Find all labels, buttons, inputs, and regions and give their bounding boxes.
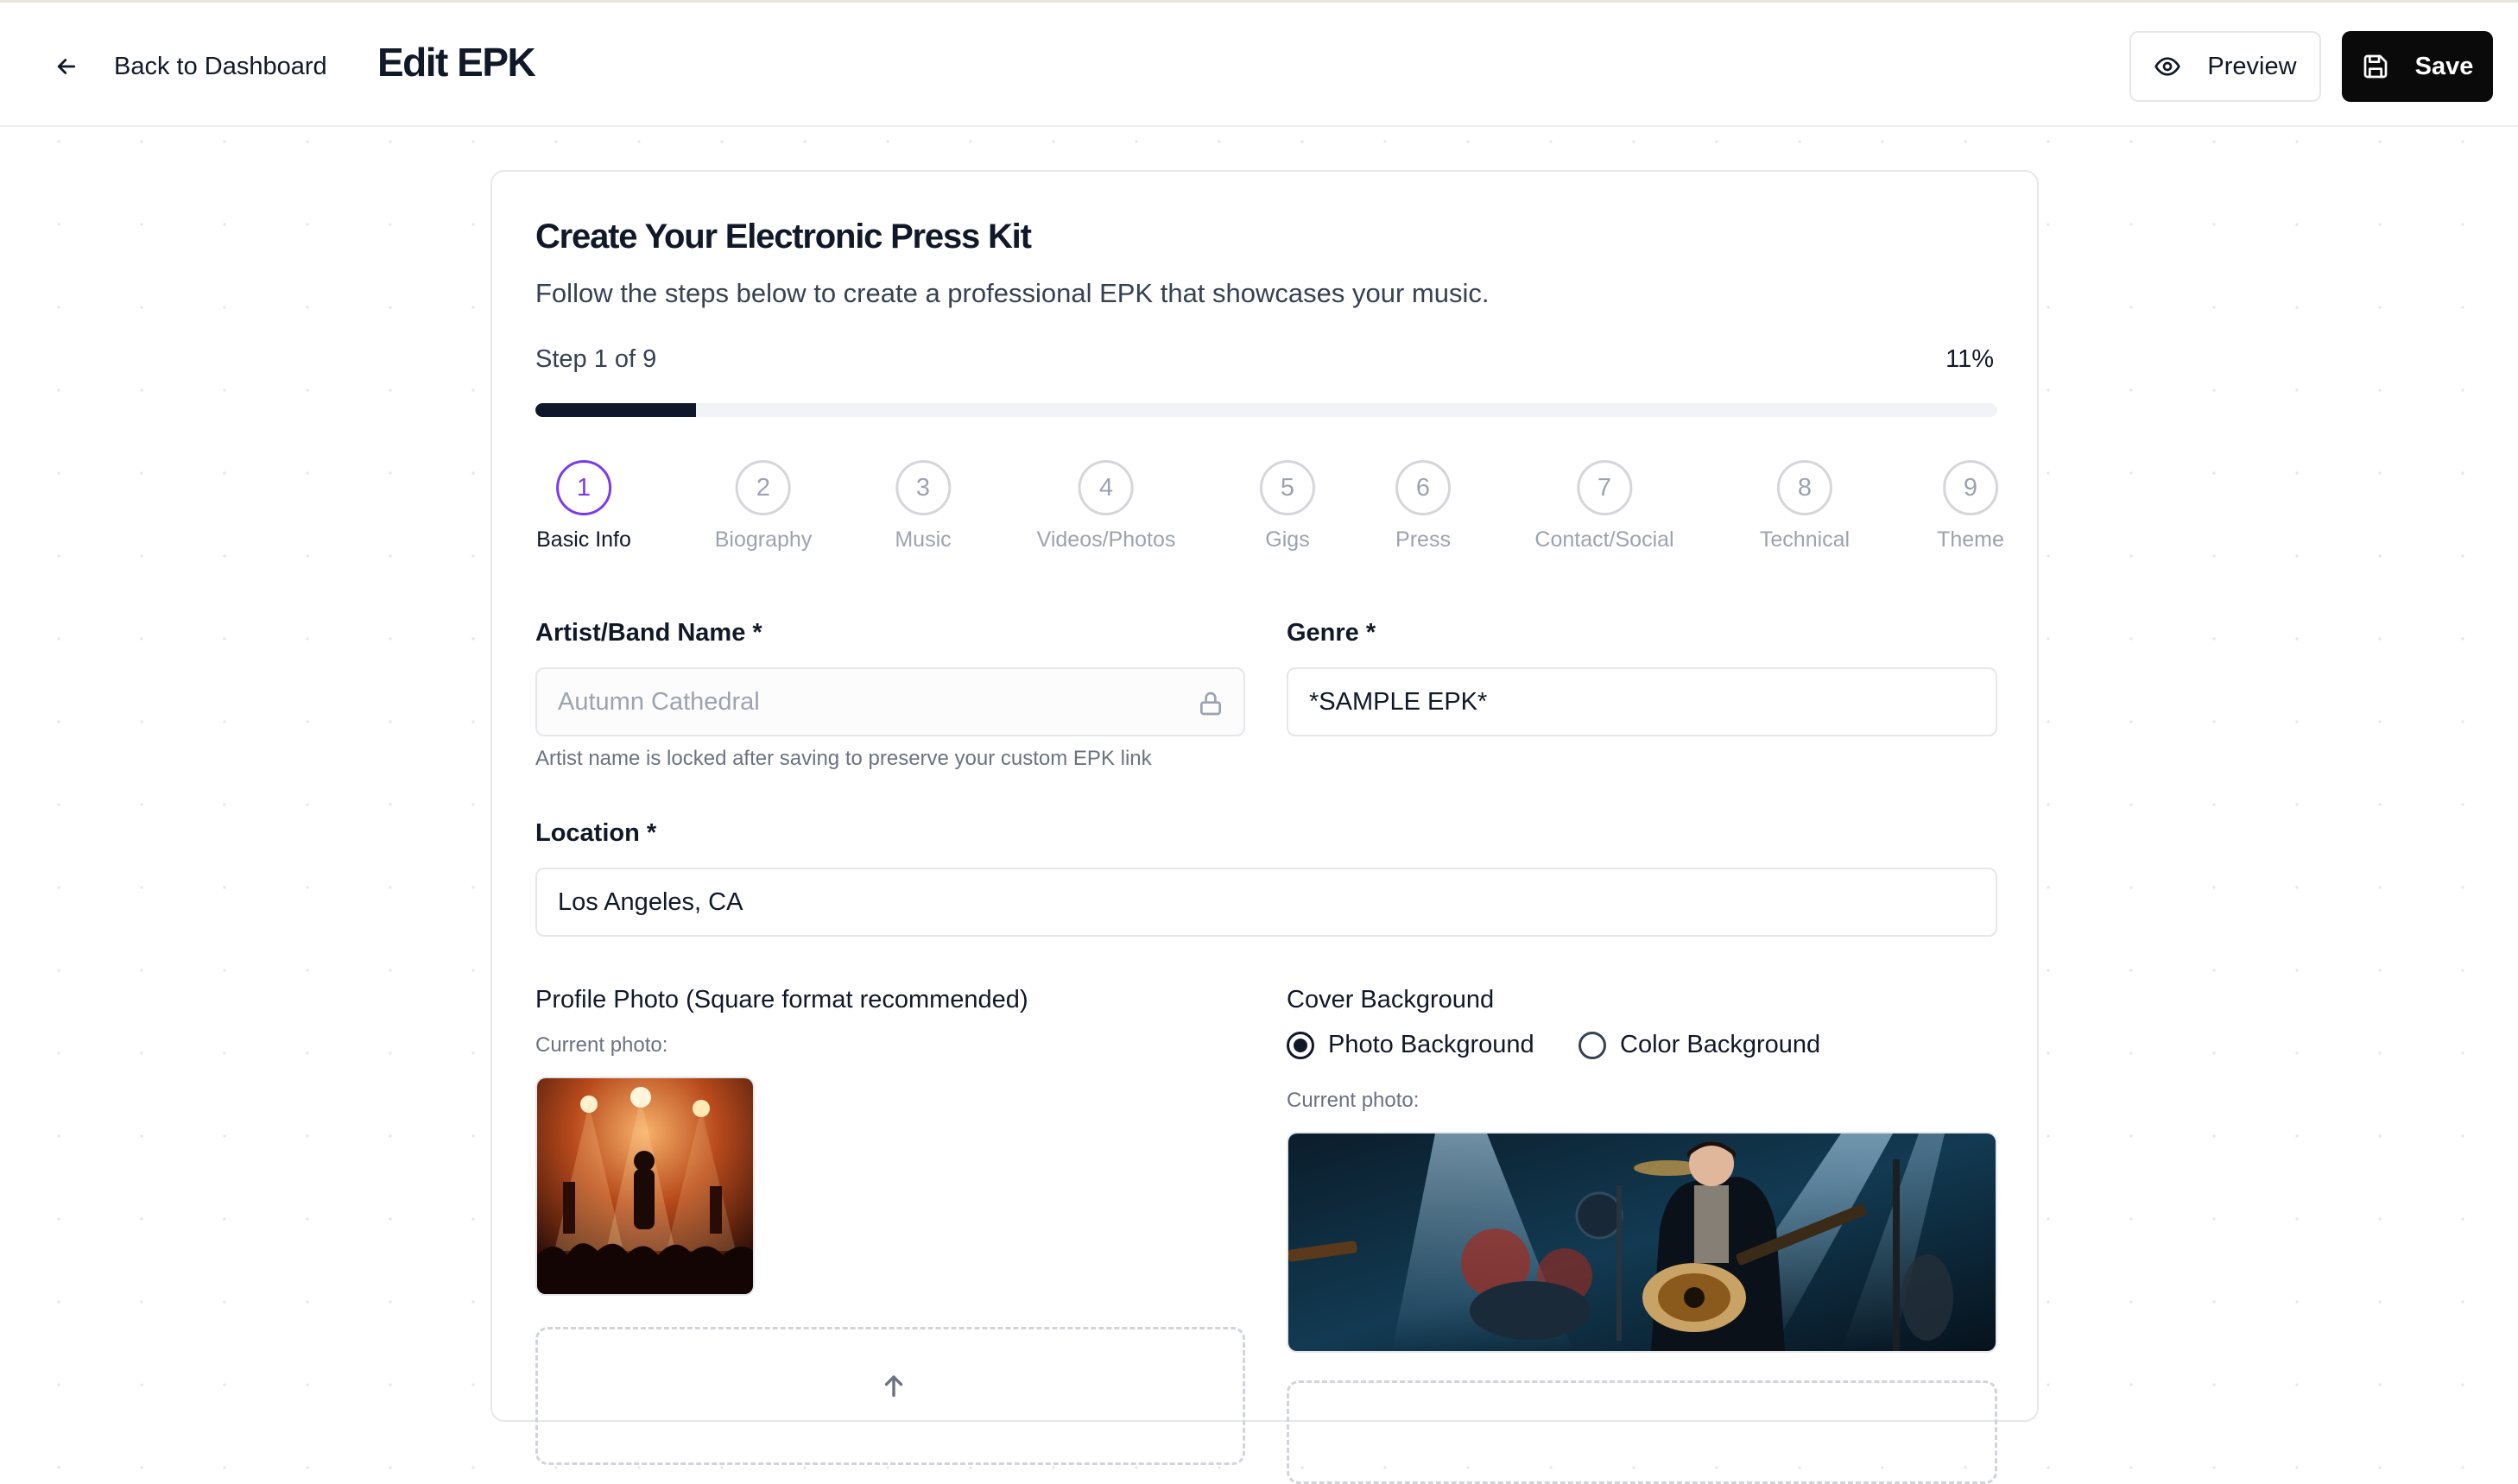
genre-value: *SAMPLE EPK* <box>1309 687 1488 716</box>
location-label: Location * <box>535 819 657 847</box>
artist-name-label: Artist/Band Name * <box>535 619 762 647</box>
profile-photo-image <box>535 1077 755 1296</box>
step-number-circle: 6 <box>1395 460 1451 515</box>
save-button[interactable]: Save <box>2342 31 2493 102</box>
radio-unselected-indicator <box>1578 1031 1606 1059</box>
artist-name-hint: Artist name is locked after saving to pr… <box>535 747 1152 770</box>
step-number-circle: 7 <box>1576 460 1632 515</box>
step-label: Theme <box>1937 527 2004 552</box>
cover-current-photo-label: Current photo: <box>1287 1089 1420 1112</box>
arrow-left-icon <box>57 59 76 74</box>
step-number-circle: 2 <box>735 460 791 515</box>
cover-background-image <box>1287 1132 1997 1353</box>
progress-percent: 11% <box>1945 345 1994 373</box>
step-5[interactable]: 5 Gigs <box>1260 460 1315 553</box>
profile-photo-label: Profile Photo (Square format recommended… <box>535 986 1028 1014</box>
step-navigator: 1 Basic Info 2 Biography 3 Music 4 Videos/Photo… <box>535 460 2004 555</box>
wizard-subtitle: Follow the steps below to create a profe… <box>535 278 1490 308</box>
radio-selected-indicator <box>1287 1031 1314 1059</box>
genre-field[interactable]: *SAMPLE EPK* <box>1287 667 1997 736</box>
step-8[interactable]: 8 Technical <box>1760 460 1850 553</box>
guitarist-concert-image <box>1288 1134 1996 1351</box>
eye-icon <box>2154 57 2181 76</box>
photo-background-label: Photo Background <box>1328 1031 1534 1058</box>
photo-background-radio[interactable]: Photo Background <box>1287 1031 1534 1059</box>
step-number-circle: 1 <box>556 460 611 515</box>
color-background-radio[interactable]: Color Background <box>1578 1031 1820 1059</box>
artist-name-field[interactable]: Autumn Cathedral <box>535 667 1245 736</box>
step-label: Contact/Social <box>1534 527 1674 552</box>
back-to-dashboard-label: Back to Dashboard <box>114 52 327 80</box>
step-label: Technical <box>1759 527 1851 552</box>
location-value: Los Angeles, CA <box>558 887 743 916</box>
step-6[interactable]: 6 Press <box>1395 460 1451 553</box>
step-number-circle: 9 <box>1943 460 1998 515</box>
step-number-circle: 8 <box>1776 460 1832 515</box>
concert-stage-image <box>537 1078 753 1294</box>
progress-bar-fill <box>535 403 697 417</box>
step-number-circle: 3 <box>895 460 951 515</box>
cover-background-label: Cover Background <box>1287 986 1495 1014</box>
wizard-title: Create Your Electronic Press Kit <box>535 218 1032 256</box>
preview-button-label: Preview <box>2207 52 2297 80</box>
step-label: Gigs <box>1265 527 1310 552</box>
step-label: Press <box>1395 527 1451 552</box>
step-label: Biography <box>714 527 813 552</box>
step-counter: Step 1 of 9 <box>535 345 657 373</box>
step-number-circle: 5 <box>1260 460 1315 515</box>
artist-name-value: Autumn Cathedral <box>558 687 760 716</box>
back-to-dashboard-link[interactable]: Back to Dashboard <box>54 42 327 91</box>
arrow-up-icon <box>884 1375 903 1398</box>
step-label: Basic Info <box>536 527 631 552</box>
top-bar: Back to Dashboard Edit EPK Preview Save <box>0 3 2518 127</box>
step-number-circle: 4 <box>1079 460 1134 515</box>
lock-icon <box>1200 691 1221 716</box>
progress-bar <box>535 403 1997 417</box>
step-label: Videos/Photos <box>1036 527 1176 552</box>
floppy-disk-icon <box>2363 54 2387 79</box>
step-1[interactable]: 1 Basic Info <box>536 460 631 553</box>
step-label: Music <box>895 527 952 552</box>
step-4[interactable]: 4 Videos/Photos <box>1036 460 1176 553</box>
step-3[interactable]: 3 Music <box>895 460 952 553</box>
step-7[interactable]: 7 Contact/Social <box>1534 460 1674 553</box>
color-background-label: Color Background <box>1620 1031 1821 1058</box>
epk-wizard-card: Create Your Electronic Press Kit Follow … <box>490 170 2039 1484</box>
step-2[interactable]: 2 Biography <box>714 460 813 553</box>
preview-button[interactable]: Preview <box>2129 31 2321 102</box>
location-field[interactable]: Los Angeles, CA <box>535 868 1997 937</box>
genre-label: Genre * <box>1287 619 1376 647</box>
save-button-label: Save <box>2414 52 2474 80</box>
profile-photo-upload-dropzone[interactable] <box>535 1327 1245 1465</box>
profile-current-photo-label: Current photo: <box>535 1033 668 1057</box>
cover-photo-upload-dropzone[interactable] <box>1287 1380 1997 1484</box>
step-9[interactable]: 9 Theme <box>1937 460 2004 553</box>
page-title: Edit EPK <box>377 40 536 85</box>
